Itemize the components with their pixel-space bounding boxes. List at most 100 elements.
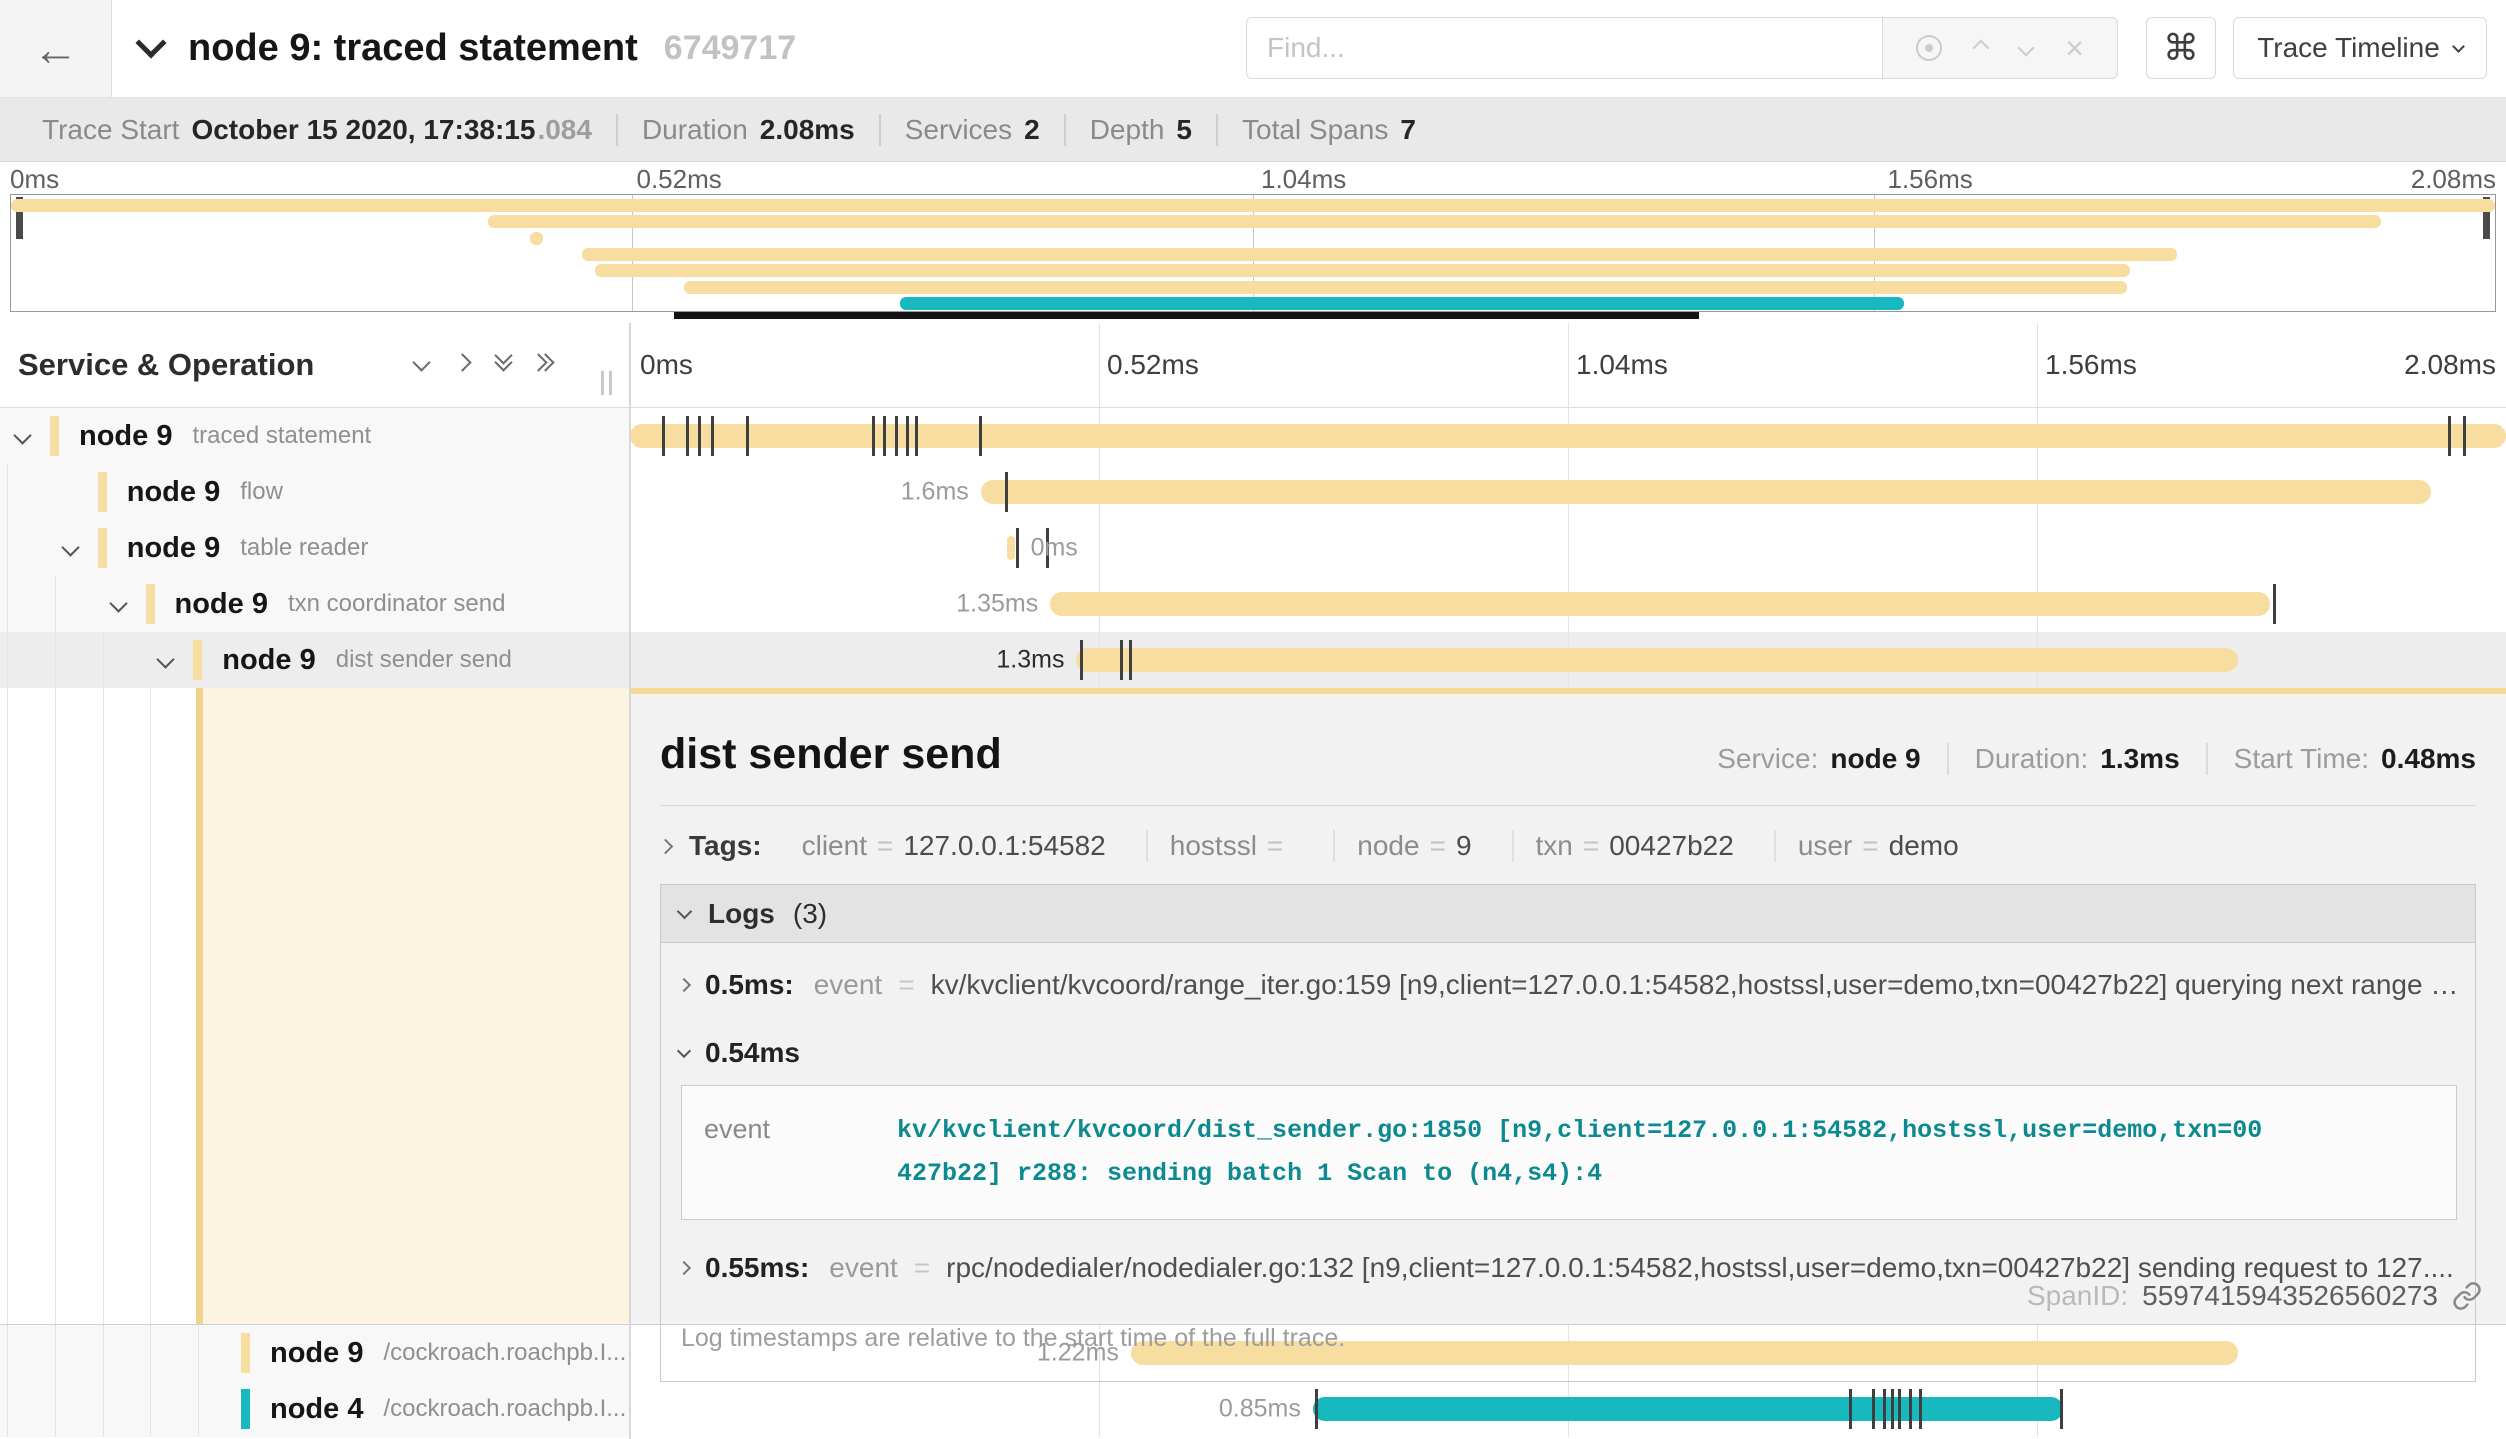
gridline [1568,323,1569,407]
indent-guide [55,1325,56,1381]
collapse-trace-chevron-down-icon[interactable] [135,27,166,58]
log-marker-tick [1898,1389,1901,1429]
log-marker-tick [1120,640,1123,680]
log-marker-tick [2060,1389,2063,1429]
span-row[interactable]: node 9traced statement [0,408,2506,464]
indent-guide [55,1381,56,1437]
logs-header[interactable]: Logs (3) [661,885,2475,943]
log-marker-tick [662,416,665,456]
minimap-span-bar [488,215,2381,228]
timeline-ruler: 0ms 0.52ms 1.04ms 1.56ms 2.08ms [630,323,2506,407]
column-resize-grip[interactable] [601,371,612,395]
collapse-all-icon[interactable] [497,355,510,369]
span-duration-label: 0.85ms [1219,1395,1301,1424]
selected-span-indent-band [196,688,630,1324]
span-duration-bar[interactable] [1076,648,2237,672]
detail-service: Service: node 9 [1691,743,1946,775]
span-duration-bar[interactable] [630,424,2506,448]
summary-depth: Depth 5 [1064,114,1216,146]
indent-guide [150,688,151,1324]
span-row[interactable]: node 9txn coordinator send 1.35ms [0,576,2506,632]
span-row[interactable]: node 9table reader0ms [0,520,2506,576]
span-row[interactable]: node 9flow 1.6ms [0,464,2506,520]
find-group: × [1246,17,2118,79]
summary-total-spans: Total Spans 7 [1216,114,1440,146]
back-button[interactable]: ← [0,0,112,97]
span-name-group: node 9table reader [98,520,369,576]
trace-view-selector-button[interactable]: Trace Timeline [2233,17,2487,79]
span-duration-bar[interactable] [1050,592,2269,616]
detail-span-title: dist sender send [660,730,1002,779]
summary-trace-start: Trace Start October 15 2020, 17:38:15 .0… [18,114,616,146]
chevron-down-icon[interactable] [157,650,175,668]
chevron-down-icon[interactable] [13,426,31,444]
collapse-one-chevron-down-icon[interactable] [412,353,430,371]
chevron-right-icon [679,1261,691,1275]
detail-duration: Duration: 1.3ms [1947,743,2206,775]
span-duration-bar[interactable] [981,480,2431,504]
span-service-name: node 4 [270,1393,363,1426]
span-name-group: node 9flow [98,464,283,520]
service-operation-title: Service & Operation [18,347,314,383]
chevron-down-icon [677,904,693,920]
detail-divider [660,805,2476,806]
span-row[interactable]: node 4/cockroach.roachpb.I... 0.85ms [0,1381,2506,1437]
prev-match-chevron-up-icon[interactable] [1973,40,1990,57]
span-duration-label: 1.6ms [901,478,969,507]
log-marker-tick [698,416,701,456]
span-operation-name: table reader [240,534,368,562]
span-timeline-cell: 1.3ms [630,632,2506,688]
log-marker-tick [711,416,714,456]
indent-guide [55,576,56,632]
span-service-name: node 9 [270,1337,363,1370]
expand-all-icon[interactable] [538,356,552,369]
chevron-down-icon[interactable] [109,594,127,612]
clear-search-icon[interactable]: × [2065,32,2084,64]
span-row[interactable]: node 9dist sender send1.3ms [0,632,2506,688]
span-rows-above-detail: node 9traced statementnode 9flow1.6msnod… [0,408,2506,688]
indent-guide [7,520,8,576]
top-bar: ← node 9: traced statement 6749717 × ⌘ T… [0,0,2506,98]
log-event-table: event kv/kvclient/kvcoord/dist_sender.go… [681,1085,2457,1220]
minimap-canvas[interactable] [10,194,2496,312]
summary-services: Services 2 [879,114,1064,146]
span-tree-cell: node 9flow [0,464,630,520]
span-service-name: node 9 [175,588,268,621]
locate-icon[interactable] [1916,35,1942,61]
span-operation-name: traced statement [192,422,371,450]
find-input[interactable] [1246,17,1882,79]
indent-guide [7,688,8,1324]
indent-guide [103,1381,104,1437]
tags-row[interactable]: Tags: client=127.0.0.1:54582 hostssl= no… [660,830,2476,862]
next-match-chevron-down-icon[interactable] [2018,40,2035,57]
back-arrow-icon: ← [33,22,79,76]
span-name-group: node 4/cockroach.roachpb.I... [241,1381,626,1437]
span-timeline-cell: 1.35ms [630,576,2506,632]
span-tree-cell: node 9txn coordinator send [0,576,630,632]
log-marker-tick [979,416,982,456]
minimap-span-bar [530,232,542,245]
span-tree-cell: node 9table reader [0,520,630,576]
trace-start-millis: .084 [537,114,592,146]
chevron-down-icon[interactable] [61,538,79,556]
keyboard-shortcuts-button[interactable]: ⌘ [2146,17,2216,79]
column-divider[interactable] [629,323,631,1439]
span-operation-name: /cockroach.roachpb.I... [383,1339,626,1367]
command-icon: ⌘ [2163,27,2199,69]
log-marker-tick [1919,1389,1922,1429]
expand-one-chevron-right-icon[interactable] [453,353,471,371]
span-duration-bar[interactable] [1007,536,1015,560]
view-selector-label: Trace Timeline [2257,32,2440,64]
tag-hostssl: hostssl= [1146,830,1316,862]
indent-guide [7,576,8,632]
link-icon[interactable] [2452,1281,2482,1311]
log-entry-expanded-header[interactable]: 0.54ms [679,1023,2457,1077]
logs-count: (3) [793,898,827,930]
detail-start-time: Start Time: 0.48ms [2206,743,2476,775]
span-duration-bar[interactable] [1313,1397,2063,1421]
indent-guide [103,632,104,688]
gridline [1568,520,1569,576]
span-name-group: node 9traced statement [50,408,371,464]
span-duration-label: 1.35ms [956,590,1038,619]
log-entry-collapsed[interactable]: 0.5ms: event = kv/kvclient/kvcoord/range… [679,947,2457,1023]
